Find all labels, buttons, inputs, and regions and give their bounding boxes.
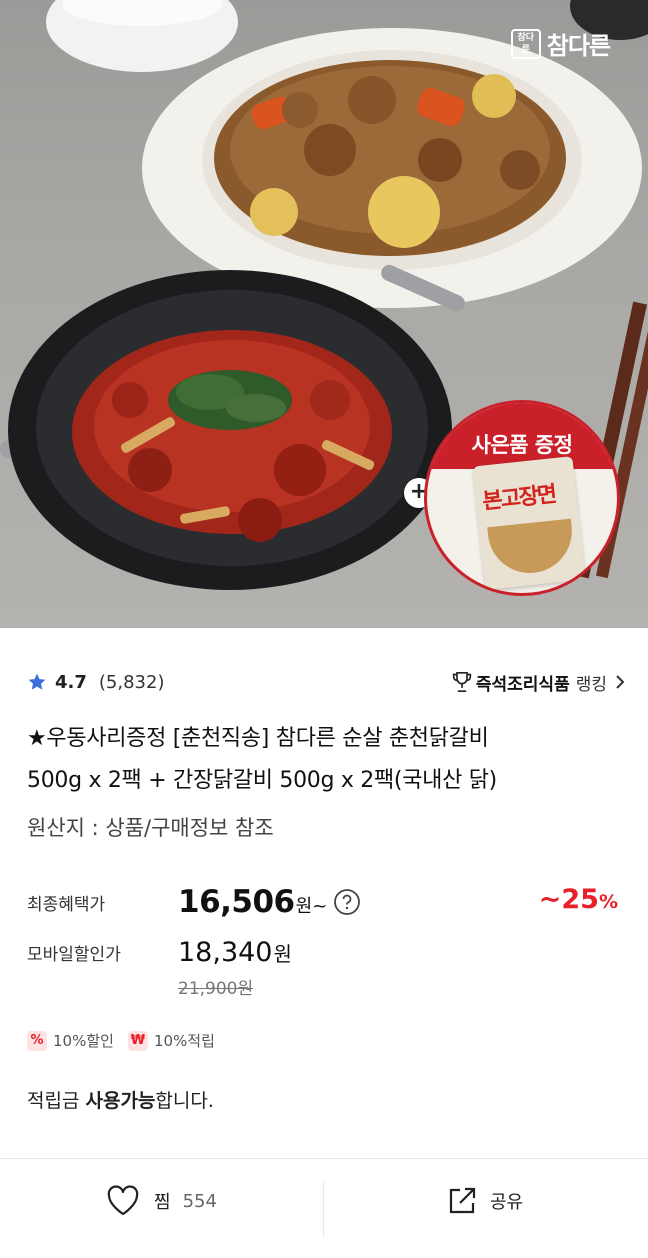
discount-badge-label: 10%할인 bbox=[53, 1032, 114, 1050]
discount-value: ~25 bbox=[538, 884, 599, 915]
points-notice: 적립금 사용가능합니다. bbox=[27, 1086, 214, 1113]
ranking-link[interactable]: 즉석조리식품 랭킹 bbox=[452, 670, 625, 695]
points-badge-label: 10%적립 bbox=[153, 1032, 215, 1050]
gift-badge: 사은품 증정 본고장면 bbox=[424, 400, 620, 596]
wish-button[interactable]: 찜 554 bbox=[106, 1181, 217, 1221]
percent-icon: % bbox=[27, 1030, 47, 1051]
won-icon: ₩ bbox=[127, 1030, 148, 1051]
rating-score: 4.7 bbox=[55, 671, 87, 693]
heart-icon bbox=[107, 1185, 139, 1216]
share-icon bbox=[449, 1187, 476, 1214]
discount-badge: % 10%할인 bbox=[27, 1030, 114, 1051]
points-prefix: 적립금 bbox=[27, 1090, 86, 1112]
product-title-line2: 500g x 2팩 + 간장닭갈비 500g x 2팩(국내산 닭) bbox=[27, 768, 497, 793]
points-bold: 사용가능 bbox=[85, 1090, 156, 1112]
origin-info: 원산지 : 상품/구매정보 참조 bbox=[27, 816, 274, 840]
product-image: 참다른 참다른 + 사은품 증정 본고장면 bbox=[0, 0, 648, 628]
chevron-right-icon bbox=[616, 675, 625, 689]
bottom-action-bar: 찜 554 공유 bbox=[0, 1158, 648, 1258]
gift-circle: 사은품 증정 본고장면 bbox=[424, 400, 620, 596]
ranking-category: 즉석조리식품 bbox=[475, 674, 570, 695]
rating-row: 4.7 (5,832) 즉석조리식품 랭킹 bbox=[27, 668, 625, 696]
mobile-price-label: 모바일할인가 bbox=[27, 944, 121, 965]
original-price: 21,900원 bbox=[178, 979, 254, 999]
final-price-value: 16,506 bbox=[178, 884, 295, 920]
share-label: 공유 bbox=[490, 1192, 524, 1213]
bottom-divider bbox=[323, 1181, 324, 1237]
mobile-price-value: 18,340 bbox=[178, 936, 273, 968]
star-icon bbox=[28, 673, 46, 690]
brand-logo-mark: 참다른 bbox=[510, 28, 541, 59]
final-price-suffix: 원~ bbox=[295, 896, 328, 917]
brand-logo: 참다른 참다른 bbox=[510, 26, 611, 61]
mobile-price-row: 모바일할인가 18,340 원 bbox=[27, 932, 292, 972]
gift-pack-title: 본고장면 bbox=[481, 482, 557, 515]
discount-unit: % bbox=[598, 891, 618, 913]
wish-label: 찜 bbox=[154, 1192, 171, 1213]
wish-count: 554 bbox=[182, 1190, 217, 1212]
benefit-badges: % 10%할인 ₩ 10%적립 bbox=[27, 1030, 215, 1051]
discount-rate: ~25% bbox=[539, 884, 618, 915]
points-badge: ₩ 10%적립 bbox=[127, 1030, 215, 1051]
trophy-icon bbox=[452, 672, 472, 692]
final-price-row: 최종혜택가 16,506 원~ bbox=[27, 882, 361, 922]
mobile-price-suffix: 원 bbox=[273, 941, 292, 966]
gift-pack-bowl bbox=[487, 518, 576, 578]
gift-banner: 사은품 증정 bbox=[427, 403, 617, 469]
product-title-line1: ★우동사리증정 [춘천직송] 참다른 순살 춘천닭갈비 bbox=[27, 726, 489, 751]
help-icon[interactable] bbox=[333, 888, 361, 916]
ranking-label: 랭킹 bbox=[575, 674, 607, 695]
brand-logo-text: 참다른 bbox=[546, 32, 611, 60]
gift-noodle-pack: 본고장면 bbox=[472, 456, 586, 590]
review-count[interactable]: (5,832) bbox=[99, 672, 165, 693]
points-suffix: 합니다. bbox=[155, 1090, 214, 1112]
final-price-label: 최종혜택가 bbox=[27, 894, 106, 915]
product-title: ★우동사리증정 [춘천직송] 참다른 순살 춘천닭갈비 500g x 2팩 + … bbox=[27, 718, 627, 802]
share-button[interactable]: 공유 bbox=[446, 1181, 523, 1221]
